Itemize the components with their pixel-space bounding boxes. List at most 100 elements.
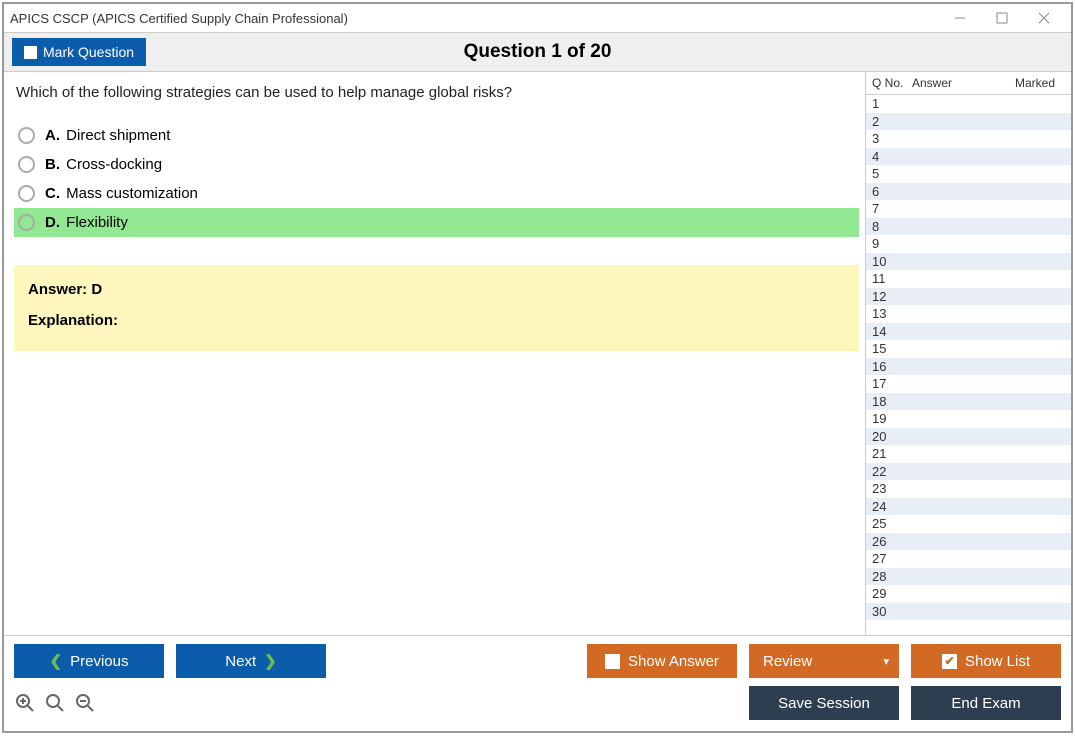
list-row[interactable]: 25	[866, 515, 1071, 533]
list-row[interactable]: 28	[866, 568, 1071, 586]
caret-down-icon: ▾	[883, 655, 889, 668]
row-number: 20	[872, 429, 912, 444]
choice-option[interactable]: C. Mass customization	[14, 179, 859, 208]
minimize-button[interactable]	[939, 7, 981, 29]
zoom-in-icon[interactable]	[14, 692, 36, 714]
zoom-controls	[14, 692, 96, 714]
list-row[interactable]: 29	[866, 585, 1071, 603]
list-row[interactable]: 3	[866, 130, 1071, 148]
list-row[interactable]: 19	[866, 410, 1071, 428]
checkbox-checked-icon: ✔	[942, 654, 957, 669]
choice-option[interactable]: D. Flexibility	[14, 208, 859, 237]
list-row[interactable]: 14	[866, 323, 1071, 341]
row-number: 7	[872, 201, 912, 216]
checkbox-icon	[605, 654, 620, 669]
list-row[interactable]: 15	[866, 340, 1071, 358]
chevron-right-icon: ❯	[264, 652, 277, 670]
row-number: 16	[872, 359, 912, 374]
list-row[interactable]: 21	[866, 445, 1071, 463]
list-row[interactable]: 10	[866, 253, 1071, 271]
row-number: 13	[872, 306, 912, 321]
list-row[interactable]: 1	[866, 95, 1071, 113]
previous-button[interactable]: ❮ Previous	[14, 644, 164, 678]
list-row[interactable]: 2	[866, 113, 1071, 131]
choice-text: C. Mass customization	[45, 185, 198, 202]
footer-row-2: Save Session End Exam	[14, 686, 1061, 720]
choice-text: B. Cross-docking	[45, 156, 162, 173]
row-number: 2	[872, 114, 912, 129]
review-dropdown[interactable]: Review ▾	[749, 644, 899, 678]
row-number: 26	[872, 534, 912, 549]
list-row[interactable]: 9	[866, 235, 1071, 253]
list-row[interactable]: 5	[866, 165, 1071, 183]
col-answer: Answer	[912, 76, 1015, 90]
question-counter: Question 1 of 20	[4, 41, 1071, 63]
header-bar: Mark Question Question 1 of 20	[4, 32, 1071, 72]
list-row[interactable]: 26	[866, 533, 1071, 551]
explanation-line: Explanation:	[28, 312, 845, 329]
footer-row-1: ❮ Previous Next ❯ Show Answer Review ▾ ✔…	[14, 644, 1061, 678]
titlebar: APICS CSCP (APICS Certified Supply Chain…	[4, 4, 1071, 32]
radio-icon	[18, 156, 35, 173]
radio-icon	[18, 127, 35, 144]
list-row[interactable]: 12	[866, 288, 1071, 306]
list-row[interactable]: 18	[866, 393, 1071, 411]
radio-icon	[18, 185, 35, 202]
row-number: 28	[872, 569, 912, 584]
col-qno: Q No.	[872, 76, 912, 90]
list-row[interactable]: 23	[866, 480, 1071, 498]
row-number: 21	[872, 446, 912, 461]
list-row[interactable]: 20	[866, 428, 1071, 446]
list-body[interactable]: 1234567891011121314151617181920212223242…	[866, 95, 1071, 635]
end-exam-button[interactable]: End Exam	[911, 686, 1061, 720]
row-number: 18	[872, 394, 912, 409]
list-row[interactable]: 8	[866, 218, 1071, 236]
chevron-left-icon: ❮	[50, 652, 63, 670]
row-number: 29	[872, 586, 912, 601]
footer: ❮ Previous Next ❯ Show Answer Review ▾ ✔…	[4, 635, 1071, 731]
mark-question-button[interactable]: Mark Question	[12, 38, 146, 66]
list-row[interactable]: 22	[866, 463, 1071, 481]
answer-explanation-box: Answer: D Explanation:	[14, 265, 859, 351]
list-header: Q No. Answer Marked	[866, 72, 1071, 95]
row-number: 17	[872, 376, 912, 391]
row-number: 11	[872, 271, 912, 286]
content-area: Which of the following strategies can be…	[4, 72, 1071, 635]
row-number: 4	[872, 149, 912, 164]
list-row[interactable]: 17	[866, 375, 1071, 393]
previous-label: Previous	[70, 653, 128, 670]
list-row[interactable]: 24	[866, 498, 1071, 516]
end-exam-label: End Exam	[951, 695, 1020, 712]
list-row[interactable]: 7	[866, 200, 1071, 218]
row-number: 3	[872, 131, 912, 146]
zoom-out-icon[interactable]	[74, 692, 96, 714]
list-row[interactable]: 27	[866, 550, 1071, 568]
show-answer-button[interactable]: Show Answer	[587, 644, 737, 678]
close-button[interactable]	[1023, 7, 1065, 29]
show-list-button[interactable]: ✔ Show List	[911, 644, 1061, 678]
list-row[interactable]: 16	[866, 358, 1071, 376]
next-button[interactable]: Next ❯	[176, 644, 326, 678]
question-panel: Which of the following strategies can be…	[4, 72, 865, 635]
row-number: 30	[872, 604, 912, 619]
choice-list: A. Direct shipment B. Cross-docking C. Mas…	[14, 121, 859, 237]
list-row[interactable]: 4	[866, 148, 1071, 166]
choice-text: D. Flexibility	[45, 214, 128, 231]
save-session-button[interactable]: Save Session	[749, 686, 899, 720]
row-number: 19	[872, 411, 912, 426]
show-list-label: Show List	[965, 653, 1030, 670]
row-number: 22	[872, 464, 912, 479]
list-row[interactable]: 11	[866, 270, 1071, 288]
zoom-reset-icon[interactable]	[44, 692, 66, 714]
row-number: 27	[872, 551, 912, 566]
choice-option[interactable]: B. Cross-docking	[14, 150, 859, 179]
choice-option[interactable]: A. Direct shipment	[14, 121, 859, 150]
list-row[interactable]: 30	[866, 603, 1071, 621]
list-row[interactable]: 13	[866, 305, 1071, 323]
question-list-panel: Q No. Answer Marked 12345678910111213141…	[865, 72, 1071, 635]
app-window: APICS CSCP (APICS Certified Supply Chain…	[2, 2, 1073, 733]
list-row[interactable]: 6	[866, 183, 1071, 201]
save-session-label: Save Session	[778, 695, 870, 712]
row-number: 8	[872, 219, 912, 234]
maximize-button[interactable]	[981, 7, 1023, 29]
